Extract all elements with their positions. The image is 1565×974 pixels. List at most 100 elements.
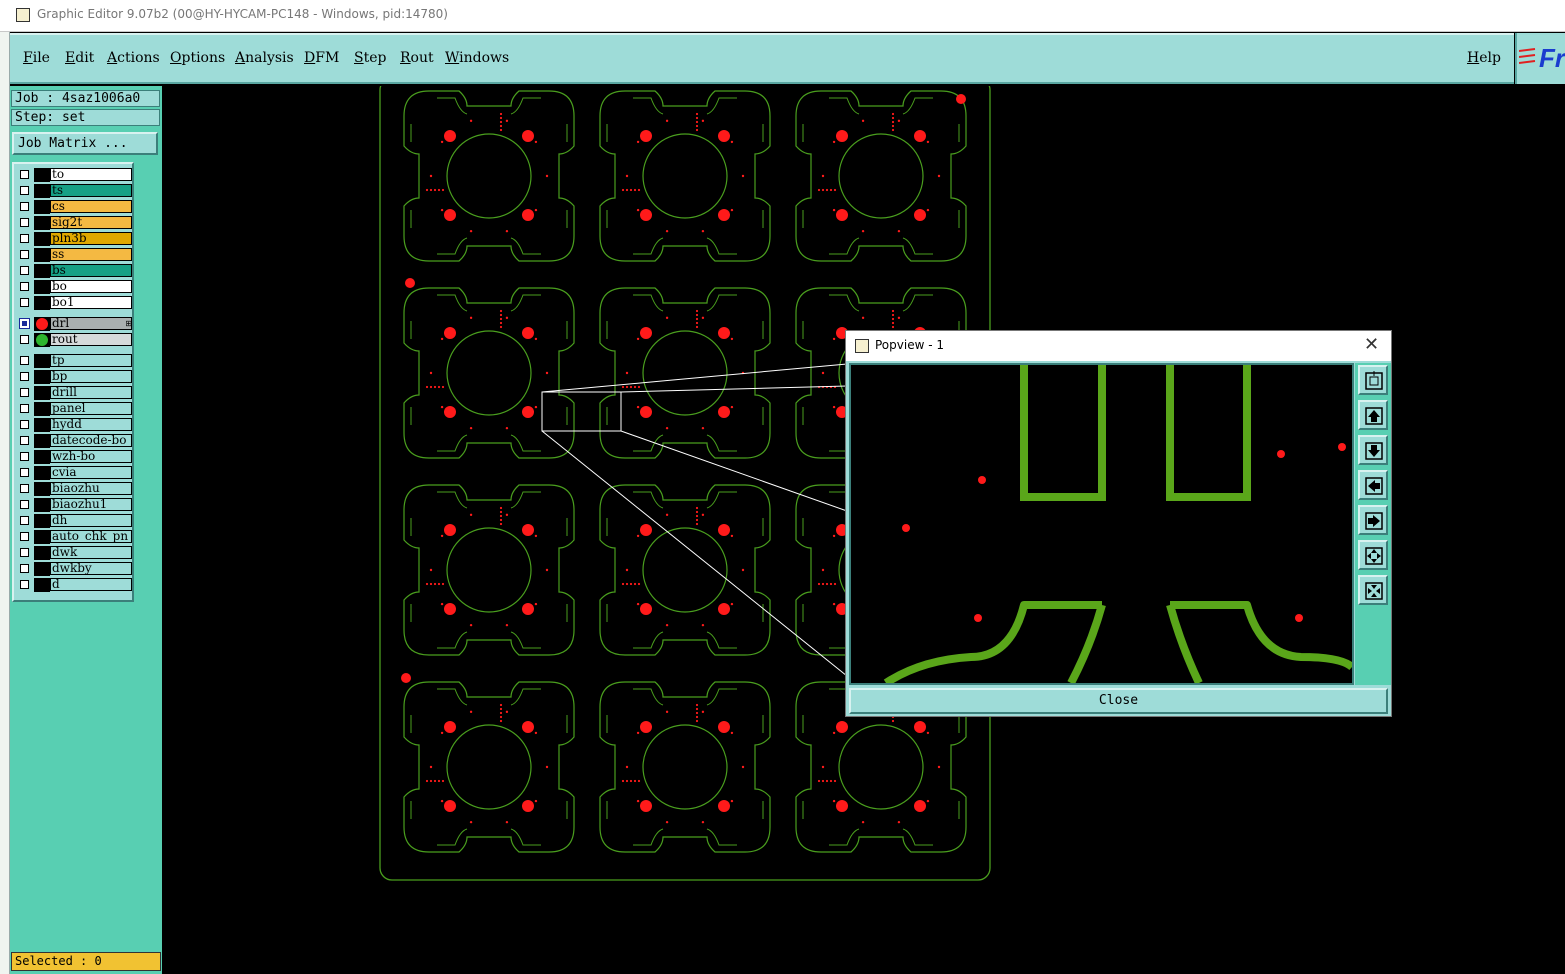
layer-checkbox[interactable] bbox=[20, 335, 29, 344]
layer-checkbox[interactable] bbox=[20, 298, 29, 307]
menu-analysis[interactable]: Analysis bbox=[235, 50, 294, 66]
layer-row-dh[interactable]: dh bbox=[17, 514, 135, 528]
layer-name[interactable]: tp bbox=[50, 354, 132, 367]
layer-name[interactable]: datecode-bo bbox=[50, 434, 132, 447]
layer-name[interactable]: ts bbox=[50, 184, 132, 197]
layer-checkbox[interactable] bbox=[20, 452, 29, 461]
layer-row-dwkby[interactable]: dwkby bbox=[17, 562, 135, 576]
layer-name[interactable]: biaozhu1 bbox=[50, 498, 132, 511]
layer-name[interactable]: hydd bbox=[50, 418, 132, 431]
layer-checkbox[interactable] bbox=[20, 484, 29, 493]
popview-drawing[interactable] bbox=[851, 365, 1352, 683]
layer-name[interactable]: rout bbox=[50, 333, 132, 346]
layer-name[interactable]: cs bbox=[50, 200, 132, 213]
pan-down-button[interactable] bbox=[1358, 435, 1388, 465]
menu-edit[interactable]: Edit bbox=[65, 50, 94, 66]
layer-checkbox[interactable] bbox=[20, 170, 29, 179]
layer-row-dwk[interactable]: dwk bbox=[17, 546, 135, 560]
close-icon[interactable]: ✕ bbox=[1364, 334, 1379, 355]
layer-row-pln3b[interactable]: pln3b bbox=[17, 232, 135, 246]
layer-row-rout[interactable]: rout bbox=[17, 333, 135, 347]
layer-checkbox[interactable] bbox=[20, 234, 29, 243]
layer-row-ts[interactable]: ts bbox=[17, 184, 135, 198]
zoom-out-button[interactable] bbox=[1358, 575, 1388, 605]
layer-name[interactable]: panel bbox=[50, 402, 132, 415]
menu-actions[interactable]: Actions bbox=[107, 50, 160, 66]
layer-checkbox[interactable] bbox=[20, 516, 29, 525]
layer-name[interactable]: cvia bbox=[50, 466, 132, 479]
layer-row-cvia[interactable]: cvia bbox=[17, 466, 135, 480]
layer-checkbox[interactable] bbox=[20, 388, 29, 397]
zoom-fit-button[interactable] bbox=[1358, 365, 1388, 395]
menu-options[interactable]: Options bbox=[170, 50, 225, 66]
layer-row-datecode-bo[interactable]: datecode-bo bbox=[17, 434, 135, 448]
layer-row-bo1[interactable]: bo1 bbox=[17, 296, 135, 310]
layer-name[interactable]: bo1 bbox=[50, 296, 132, 309]
menu-step[interactable]: Step bbox=[354, 50, 386, 66]
layer-checkbox[interactable] bbox=[20, 532, 29, 541]
menu-help[interactable]: Help bbox=[1467, 50, 1501, 66]
layer-row-bs[interactable]: bs bbox=[17, 264, 135, 278]
layer-checkbox[interactable] bbox=[20, 266, 29, 275]
job-matrix-button[interactable]: Job Matrix ... bbox=[12, 132, 158, 155]
layer-row-to[interactable]: to bbox=[17, 168, 135, 182]
layer-row-auto_chk_pn[interactable]: auto_chk_pn bbox=[17, 530, 135, 544]
layer-row-drl[interactable]: drl ⊞ bbox=[17, 317, 135, 331]
layer-name[interactable]: biaozhu bbox=[50, 482, 132, 495]
layer-name[interactable]: dwkby bbox=[50, 562, 132, 575]
layer-checkbox[interactable] bbox=[20, 372, 29, 381]
menu-dfm[interactable]: DFM bbox=[304, 50, 339, 66]
layer-name[interactable]: ss bbox=[50, 248, 132, 261]
layer-checkbox[interactable] bbox=[20, 282, 29, 291]
expand-icon[interactable]: ⊞ bbox=[125, 319, 132, 328]
pan-left-button[interactable] bbox=[1358, 470, 1388, 500]
layer-row-d[interactable]: d bbox=[17, 578, 135, 592]
layer-row-bo[interactable]: bo bbox=[17, 280, 135, 294]
pan-up-button[interactable] bbox=[1358, 400, 1388, 430]
layer-row-wzh-bo[interactable]: wzh-bo bbox=[17, 450, 135, 464]
layer-row-tp[interactable]: tp bbox=[17, 354, 135, 368]
layer-name[interactable]: dh bbox=[50, 514, 132, 527]
zoom-in-button[interactable] bbox=[1358, 540, 1388, 570]
menu-windows[interactable]: Windows bbox=[445, 50, 509, 66]
layer-name[interactable]: d bbox=[50, 578, 132, 591]
layer-checkbox[interactable] bbox=[20, 548, 29, 557]
layer-checkbox[interactable] bbox=[20, 186, 29, 195]
layer-checkbox[interactable] bbox=[19, 318, 30, 329]
close-button[interactable]: Close bbox=[849, 688, 1388, 714]
layer-name[interactable]: pln3b bbox=[50, 232, 132, 245]
layer-row-bp[interactable]: bp bbox=[17, 370, 135, 384]
layer-row-hydd[interactable]: hydd bbox=[17, 418, 135, 432]
layer-name[interactable]: sig2t bbox=[50, 216, 132, 229]
layer-row-ss[interactable]: ss bbox=[17, 248, 135, 262]
layer-row-biaozhu[interactable]: biaozhu bbox=[17, 482, 135, 496]
layer-checkbox[interactable] bbox=[20, 500, 29, 509]
layer-row-panel[interactable]: panel bbox=[17, 402, 135, 416]
layer-name[interactable]: bp bbox=[50, 370, 132, 383]
layer-checkbox[interactable] bbox=[20, 356, 29, 365]
layer-checkbox[interactable] bbox=[20, 420, 29, 429]
layer-row-sig2t[interactable]: sig2t bbox=[17, 216, 135, 230]
layer-name[interactable]: to bbox=[50, 168, 132, 181]
layer-checkbox[interactable] bbox=[20, 218, 29, 227]
layer-row-cs[interactable]: cs bbox=[17, 200, 135, 214]
layer-row-biaozhu1[interactable]: biaozhu1 bbox=[17, 498, 135, 512]
layer-name[interactable]: auto_chk_pn bbox=[50, 530, 132, 543]
layer-checkbox[interactable] bbox=[20, 250, 29, 259]
layer-name[interactable]: drill bbox=[50, 386, 132, 399]
layer-checkbox[interactable] bbox=[20, 404, 29, 413]
layer-name[interactable]: bs bbox=[50, 264, 132, 277]
popview-canvas[interactable] bbox=[849, 363, 1354, 685]
layer-checkbox[interactable] bbox=[20, 202, 29, 211]
layer-checkbox[interactable] bbox=[20, 436, 29, 445]
layer-name[interactable]: wzh-bo bbox=[50, 450, 132, 463]
layer-name[interactable]: dwk bbox=[50, 546, 132, 559]
layer-row-drill[interactable]: drill bbox=[17, 386, 135, 400]
layer-checkbox[interactable] bbox=[20, 564, 29, 573]
layer-name[interactable]: bo bbox=[50, 280, 132, 293]
layer-checkbox[interactable] bbox=[20, 580, 29, 589]
menu-rout[interactable]: Rout bbox=[400, 50, 434, 66]
menu-file[interactable]: File bbox=[23, 50, 50, 66]
layer-name[interactable]: drl bbox=[50, 317, 132, 330]
layer-checkbox[interactable] bbox=[20, 468, 29, 477]
